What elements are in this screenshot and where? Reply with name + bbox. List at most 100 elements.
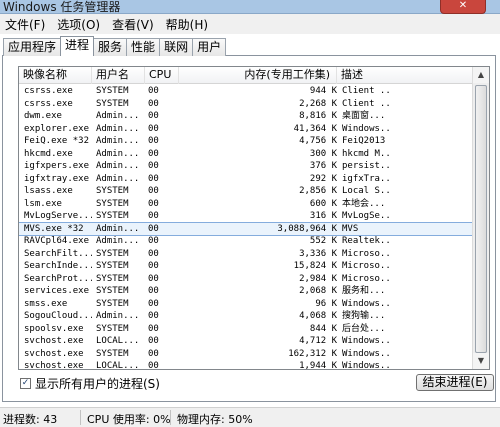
cell-mem: 600 K xyxy=(309,198,337,209)
cell-desc: persist... xyxy=(342,161,392,171)
cell-mem: 2,984 K xyxy=(299,273,337,284)
cell-name: explorer.exe xyxy=(24,123,90,134)
table-row[interactable]: MvLogServe... SYSTEM 00 316 K MvLogSe... xyxy=(19,210,473,223)
cell-mem: 41,364 K xyxy=(293,123,337,134)
cell-cpu: 00 xyxy=(148,248,159,259)
cell-name: SearchFilt... xyxy=(24,248,92,259)
table-row[interactable]: RAVCpl64.exe Admin... 00 552 K Realtek... xyxy=(19,235,473,248)
cell-cpu: 00 xyxy=(148,136,159,146)
cell-name: lsass.exe xyxy=(24,186,73,196)
cell-mem: 3,088,964 K xyxy=(277,223,337,234)
cell-user: Admin... xyxy=(96,223,140,234)
cell-user: Admin... xyxy=(96,311,140,321)
table-row-selected[interactable]: MVS.exe *32 Admin... 00 3,088,964 K MVS xyxy=(19,221,474,236)
cell-cpu: 00 xyxy=(148,261,159,271)
cell-cpu: 00 xyxy=(148,236,159,246)
table-row[interactable]: smss.exe SYSTEM 00 96 K Windows... xyxy=(19,298,473,311)
table-row[interactable]: igfxtray.exe Admin... 00 292 K igfxTra... xyxy=(19,173,473,186)
table-row[interactable]: services.exe SYSTEM 00 2,068 K 服务和... xyxy=(19,285,473,298)
tab-performance[interactable]: 性能 xyxy=(126,38,161,56)
cell-name: igfxtray.exe xyxy=(24,173,90,184)
table-row[interactable]: svchost.exe SYSTEM 00 162,312 K Windows... xyxy=(19,348,473,361)
cell-user: Admin... xyxy=(96,123,140,134)
table-row[interactable]: csrss.exe SYSTEM 00 2,268 K Client ... xyxy=(19,98,473,111)
cell-mem: 96 K xyxy=(315,298,337,309)
cell-mem: 316 K xyxy=(309,211,337,221)
process-list[interactable]: 映像名称 用户名 CPU 内存(专用工作集) 描述 csrss.exe SYSTE… xyxy=(18,66,490,370)
scroll-thumb[interactable] xyxy=(475,85,487,353)
table-row[interactable]: igfxpers.exe Admin... 00 376 K persist... xyxy=(19,160,473,173)
show-all-users-checkbox[interactable]: ✓ xyxy=(20,377,31,389)
cell-user: Admin... xyxy=(96,148,140,159)
cell-cpu: 00 xyxy=(148,98,159,109)
table-row[interactable]: lsass.exe SYSTEM 00 2,856 K Local S... xyxy=(19,185,473,198)
scroll-down-icon[interactable]: ▼ xyxy=(473,353,489,369)
status-process-count: 进程数: 43 xyxy=(3,413,58,426)
cell-mem: 292 K xyxy=(309,173,337,184)
menu-view[interactable]: 查看(V) xyxy=(112,16,154,33)
table-row[interactable]: hkcmd.exe Admin... 00 300 K hkcmd M... xyxy=(19,148,473,161)
table-row[interactable]: SearchInde... SYSTEM 00 15,824 K Microso... xyxy=(19,260,473,273)
status-cpu-usage: CPU 使用率: 0% xyxy=(87,413,171,426)
status-physical-memory: 物理内存: 50% xyxy=(177,413,253,426)
tab-processes[interactable]: 进程 xyxy=(60,36,95,56)
column-header-description[interactable]: 描述 xyxy=(337,67,473,84)
tab-users[interactable]: 用户 xyxy=(192,38,227,56)
table-row[interactable]: dwm.exe Admin... 00 8,816 K 桌面窗... xyxy=(19,110,473,123)
close-icon: ✕ xyxy=(458,0,468,11)
tab-applications[interactable]: 应用程序 xyxy=(3,38,62,56)
cell-user: SYSTEM xyxy=(96,198,129,209)
cell-user: Admin... xyxy=(96,173,140,184)
show-all-users-option[interactable]: ✓ 显示所有用户的进程(S) xyxy=(20,376,160,391)
cell-name: smss.exe xyxy=(24,298,68,309)
cell-name: hkcmd.exe xyxy=(24,148,73,159)
column-header-image-name[interactable]: 映像名称 xyxy=(19,67,92,84)
cell-cpu: 00 xyxy=(148,361,159,370)
menu-bar: 文件(F) 选项(O) 查看(V) 帮助(H) xyxy=(0,14,500,34)
cell-cpu: 00 xyxy=(148,311,159,321)
cell-desc: Windows... xyxy=(342,361,392,370)
cell-user: SYSTEM xyxy=(96,86,129,96)
close-button[interactable]: ✕ xyxy=(440,0,486,14)
table-row[interactable]: svchost.exe LOCAL... 00 4,712 K Windows... xyxy=(19,335,473,348)
cell-user: SYSTEM xyxy=(96,273,129,284)
table-row[interactable]: FeiQ.exe *32 Admin... 00 4,756 K FeiQ2013 xyxy=(19,135,473,148)
status-bar: 进程数: 43 CPU 使用率: 0% 物理内存: 50% xyxy=(0,407,500,427)
cell-user: Admin... xyxy=(96,161,140,171)
menu-file[interactable]: 文件(F) xyxy=(5,16,45,33)
cell-cpu: 00 xyxy=(148,148,159,159)
list-header: 映像名称 用户名 CPU 内存(专用工作集) 描述 xyxy=(19,67,489,84)
table-row[interactable]: explorer.exe Admin... 00 41,364 K Windows... xyxy=(19,123,473,136)
cell-desc: MvLogSe... xyxy=(342,211,392,221)
status-separator xyxy=(80,410,81,425)
table-row[interactable]: lsm.exe SYSTEM 00 600 K 本地会... xyxy=(19,198,473,211)
table-row[interactable]: SearchFilt... SYSTEM 00 3,336 K Microso... xyxy=(19,248,473,261)
menu-options[interactable]: 选项(O) xyxy=(57,16,100,33)
cell-desc: Windows... xyxy=(342,336,392,346)
table-row[interactable]: SearchProt... SYSTEM 00 2,984 K Microso... xyxy=(19,273,473,286)
column-header-cpu[interactable]: CPU xyxy=(145,67,179,84)
cell-name: dwm.exe xyxy=(24,111,62,121)
menu-help[interactable]: 帮助(H) xyxy=(166,16,208,33)
table-row[interactable]: csrss.exe SYSTEM 00 944 K Client ... xyxy=(19,85,473,98)
end-process-button[interactable]: 结束进程(E) xyxy=(416,374,494,391)
tab-networking[interactable]: 联网 xyxy=(159,38,194,56)
tab-strip: 应用程序 进程 服务 性能 联网 用户 xyxy=(3,36,227,56)
table-row[interactable]: SogouCloud... Admin... 00 4,068 K 搜狗输... xyxy=(19,310,473,323)
table-row[interactable]: spoolsv.exe SYSTEM 00 844 K 后台处... xyxy=(19,323,473,336)
cell-desc: hkcmd M... xyxy=(342,148,392,159)
cell-name: svchost.exe xyxy=(24,361,84,370)
cell-cpu: 00 xyxy=(148,323,159,334)
scroll-up-icon[interactable]: ▲ xyxy=(473,67,489,83)
table-row[interactable]: svchost.exe LOCAL... 00 1,944 K Windows... xyxy=(19,360,473,370)
cell-user: Admin... xyxy=(96,136,140,146)
tab-services[interactable]: 服务 xyxy=(93,38,128,56)
cell-user: SYSTEM xyxy=(96,348,129,359)
vertical-scrollbar[interactable]: ▲ ▼ xyxy=(472,67,489,369)
column-header-memory[interactable]: 内存(专用工作集) xyxy=(179,67,337,84)
cell-mem: 300 K xyxy=(309,148,337,159)
cell-name: services.exe xyxy=(24,286,90,296)
column-header-user[interactable]: 用户名 xyxy=(92,67,145,84)
cell-desc: 搜狗输... xyxy=(342,311,386,321)
status-separator xyxy=(170,410,171,425)
